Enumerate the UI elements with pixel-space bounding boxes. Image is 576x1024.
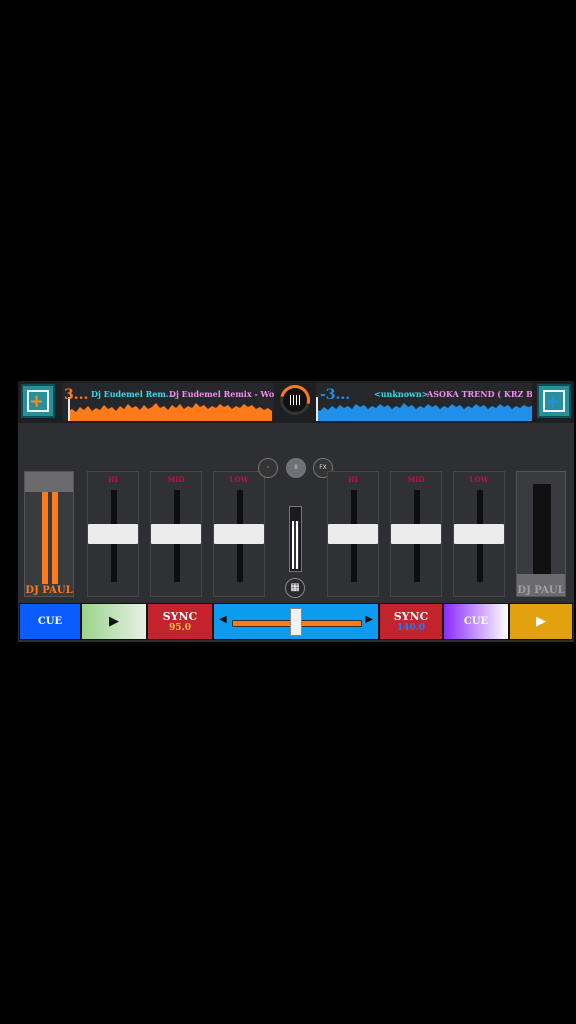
left-track-title-2: Dj Eudemel Remix - Wond... [169,389,274,399]
right-play-button[interactable]: ▶ [509,603,573,640]
eq-knob[interactable] [391,524,441,544]
eq-knob[interactable] [328,524,378,544]
eq-knob[interactable] [454,524,504,544]
left-dj-name: DJ PAUL [25,585,73,596]
left-vu-cap-text: · [31,478,33,485]
left-cue-button[interactable]: CUE [19,603,81,640]
right-eq-low[interactable]: LOW [453,471,505,597]
center-button-2[interactable]: II [286,458,306,478]
waveform-bar: + 3... Dj Eudemel Rem... Dj Eudemel Remi… [18,379,574,423]
eq-label: LOW [229,475,249,484]
eq-knob[interactable] [151,524,201,544]
right-waveform[interactable]: -3... <unknown> ASOKA TREND ( KRZ BUDO..… [316,383,532,421]
crossfader-thumb[interactable] [290,608,302,636]
left-eq-hi[interactable]: HI [87,471,139,597]
left-track-number: 3... [64,387,89,403]
right-vu-meter: · DJ PAUL [516,471,566,597]
eq-label: MID [407,475,425,484]
left-track-title-1: Dj Eudemel Rem... [91,389,175,399]
eq-label: HI [108,475,118,484]
left-bpm: 95.0 [169,623,191,633]
eq-knob[interactable] [214,524,264,544]
right-sync-button[interactable]: SYNC 140.0 [379,603,443,640]
right-eq-mid[interactable]: MID [390,471,442,597]
left-vu-cap: · [25,472,73,492]
right-track-number: -3... [320,387,351,403]
crossfader-left-arrow[interactable]: ◀ [219,614,227,625]
plus-icon: + [545,391,561,412]
right-level-bars [533,484,551,574]
center-button-1[interactable]: ◦ [258,458,278,478]
right-cue-button[interactable]: CUE [443,603,509,640]
sync-label: SYNC [393,610,429,623]
eq-label: LOW [469,475,489,484]
right-track-title-2: ASOKA TREND ( KRZ BUDO... [427,389,532,399]
crossfader[interactable]: ◀ ▶ [213,603,379,640]
eq-label: MID [167,475,185,484]
right-eq-hi[interactable]: HI [327,471,379,597]
crossfader-right-arrow[interactable]: ▶ [365,614,373,625]
right-deck-load-button[interactable]: + [537,384,571,418]
right-vu-cap-text: · [523,576,525,583]
left-eq-mid[interactable]: MID [150,471,202,597]
right-track-title-1: <unknown> [374,389,429,399]
vinyl-icon[interactable] [274,379,316,421]
plus-icon: + [29,391,45,412]
master-level-meter [289,506,302,572]
right-bpm: 140.0 [396,623,426,633]
dj-mixer-app: + 3... Dj Eudemel Rem... Dj Eudemel Remi… [18,379,574,642]
left-waveform[interactable]: 3... Dj Eudemel Rem... Dj Eudemel Remix … [62,383,274,421]
left-waveform-graphic [68,397,272,421]
right-dj-name: DJ PAUL [517,585,565,596]
left-play-button[interactable]: ▶ [81,603,147,640]
left-sync-button[interactable]: SYNC 95.0 [147,603,213,640]
eq-label: HI [348,475,358,484]
vinyl-bars [290,395,300,405]
grid-icon[interactable]: ▦ [285,578,305,598]
left-level-bars [42,492,58,584]
left-deck-load-button[interactable]: + [21,384,55,418]
left-vu-meter: · DJ PAUL [24,471,74,597]
sync-label: SYNC [162,610,198,623]
eq-knob[interactable] [88,524,138,544]
left-eq-low[interactable]: LOW [213,471,265,597]
